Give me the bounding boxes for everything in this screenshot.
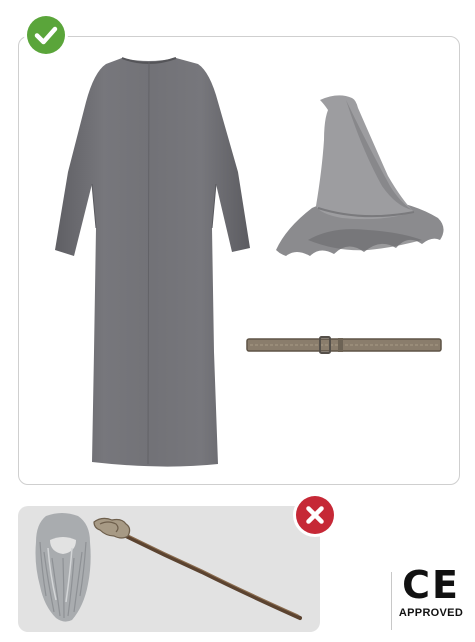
- certification-divider: [391, 572, 392, 630]
- wizard-staff-icon: [93, 517, 302, 620]
- ce-certification-mark: CE APPROVED: [396, 566, 466, 619]
- checkmark-icon: [27, 16, 65, 54]
- included-badge: [27, 16, 65, 54]
- ce-approved-label: APPROVED: [398, 607, 464, 619]
- robe-body: [55, 58, 250, 467]
- belt-icon: [246, 336, 442, 354]
- checkmark-badge-circle: [27, 16, 65, 54]
- robe-icon: [55, 57, 250, 467]
- beard-wig-icon: [35, 513, 91, 622]
- staff-head: [93, 517, 131, 539]
- wizard-hat-icon: [276, 95, 444, 256]
- staff-shaft: [120, 532, 302, 620]
- staff-shaft-highlight: [121, 531, 299, 616]
- ce-logo: CE: [402, 563, 460, 607]
- belt-loop: [338, 338, 343, 352]
